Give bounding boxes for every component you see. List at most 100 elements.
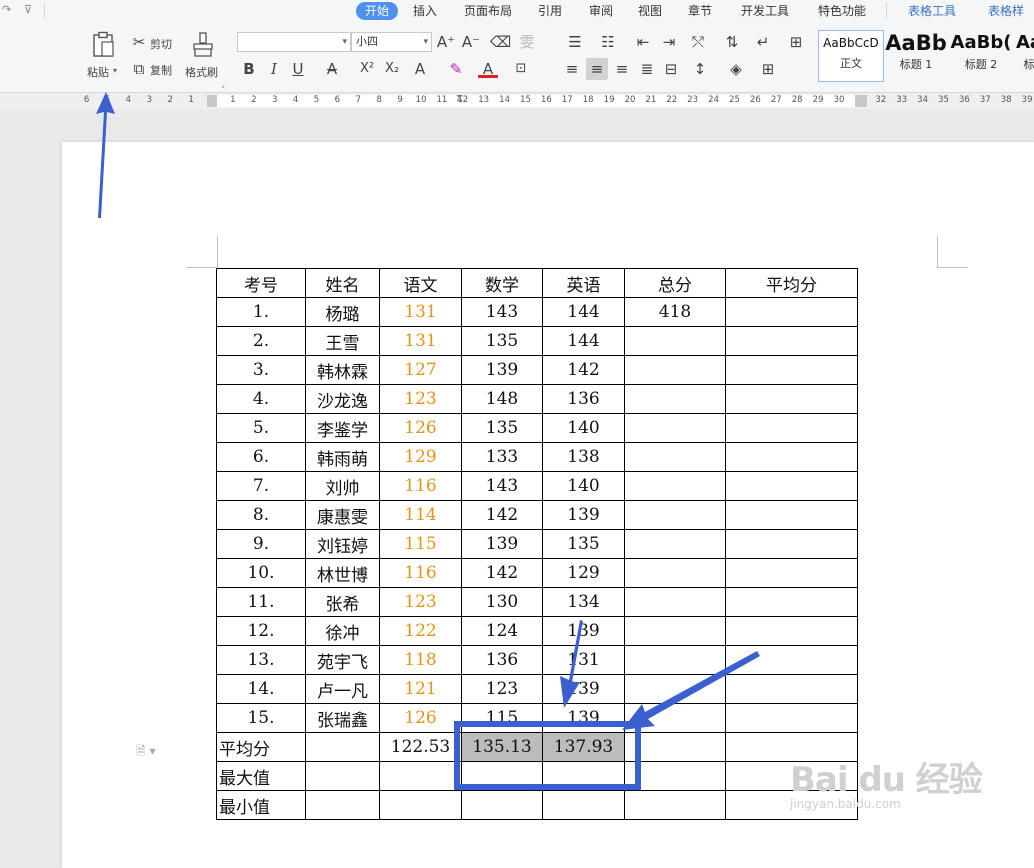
table-cell[interactable] bbox=[725, 587, 858, 617]
table-cell[interactable]: 144 bbox=[542, 297, 625, 327]
tab-review[interactable]: 审阅 bbox=[589, 2, 613, 20]
table-cell[interactable]: 129 bbox=[379, 442, 462, 472]
table-cell[interactable] bbox=[725, 558, 858, 588]
table-cell[interactable] bbox=[725, 674, 858, 704]
table-cell[interactable]: 13. bbox=[216, 645, 306, 675]
summary-label[interactable]: 最小值 bbox=[216, 790, 306, 820]
header-cell[interactable]: 数学 bbox=[461, 268, 543, 298]
table-cell[interactable]: 133 bbox=[461, 442, 543, 472]
header-cell[interactable]: 总分 bbox=[624, 268, 726, 298]
table-cell[interactable]: 134 bbox=[542, 587, 625, 617]
table-cell[interactable]: 116 bbox=[379, 471, 462, 501]
table-cell[interactable]: 139 bbox=[461, 529, 543, 559]
table-cell[interactable]: 139 bbox=[542, 616, 625, 646]
clipboard-group-expand-icon[interactable]: ⌟ bbox=[221, 80, 225, 89]
table-cell[interactable]: 139 bbox=[542, 500, 625, 530]
style-heading-2[interactable]: AaBb( 标题 2 bbox=[950, 30, 1012, 80]
align-right-icon[interactable]: ≡ bbox=[613, 60, 631, 78]
table-cell[interactable]: 张希 bbox=[305, 587, 380, 617]
quick-access-dropdown-icon[interactable]: ⊽ bbox=[24, 3, 32, 16]
table-cell[interactable]: 143 bbox=[461, 297, 543, 327]
font-name-combo[interactable]: ▾ bbox=[237, 32, 351, 52]
table-cell[interactable]: 14. bbox=[216, 674, 306, 704]
table-cell[interactable] bbox=[624, 413, 726, 443]
distributed-align-icon[interactable]: ⊟ bbox=[662, 60, 680, 78]
table-cell[interactable]: 10. bbox=[216, 558, 306, 588]
table-cell[interactable] bbox=[725, 326, 858, 356]
table-cell[interactable]: 140 bbox=[542, 471, 625, 501]
text-effect-icon[interactable]: A bbox=[410, 60, 430, 78]
horizontal-ruler[interactable]: 6 5 4 3 2 1 1 2 3 4 5 6 7 8 9 10 11 12 13 14 15 16 17 18 19 20 21 2… bbox=[0, 93, 1034, 109]
grades-table[interactable]: 考号 姓名 语文 数学 英语 总分 平均分 1. 杨璐 131 143 144 418 2. 王雪 131 13… bbox=[216, 268, 858, 820]
tab-table-style[interactable]: 表格样式 bbox=[988, 2, 1034, 36]
table-cell[interactable] bbox=[725, 529, 858, 559]
table-cell[interactable]: 124 bbox=[461, 616, 543, 646]
table-cell[interactable]: 123 bbox=[461, 674, 543, 704]
summary-cell[interactable] bbox=[542, 761, 625, 791]
character-border-icon[interactable]: ⊡ bbox=[511, 60, 531, 78]
phonetic-guide-icon[interactable]: 雯 bbox=[517, 33, 537, 51]
table-cell[interactable] bbox=[624, 500, 726, 530]
table-cell[interactable]: 139 bbox=[542, 674, 625, 704]
paste-dropdown-icon[interactable]: ▾ bbox=[113, 66, 117, 75]
header-cell[interactable]: 考号 bbox=[216, 268, 306, 298]
table-cell[interactable]: 3. bbox=[216, 355, 306, 385]
table-cell[interactable]: 15. bbox=[216, 703, 306, 733]
table-cell[interactable]: 114 bbox=[379, 500, 462, 530]
table-cell[interactable]: 韩林霖 bbox=[305, 355, 380, 385]
table-cell[interactable]: 康惠雯 bbox=[305, 500, 380, 530]
table-cell[interactable] bbox=[725, 297, 858, 327]
table-cell[interactable]: 148 bbox=[461, 384, 543, 414]
line-spacing-icon[interactable]: ↕ bbox=[690, 60, 710, 78]
table-cell[interactable] bbox=[624, 558, 726, 588]
table-cell[interactable] bbox=[725, 384, 858, 414]
paste-button[interactable]: 粘贴 ▾ bbox=[84, 28, 124, 84]
indent-marker-icon[interactable]: ⧖ bbox=[456, 93, 463, 104]
table-cell[interactable]: 142 bbox=[461, 558, 543, 588]
table-cell[interactable]: 刘钰婷 bbox=[305, 529, 380, 559]
table-cell[interactable] bbox=[725, 500, 858, 530]
table-cell[interactable]: 121 bbox=[379, 674, 462, 704]
align-left-icon[interactable]: ≡ bbox=[563, 60, 581, 78]
font-size-combo[interactable]: 小四 ▾ bbox=[351, 32, 432, 52]
table-cell[interactable]: 1. bbox=[216, 297, 306, 327]
table-cell[interactable]: 李鉴学 bbox=[305, 413, 380, 443]
table-cell[interactable] bbox=[624, 616, 726, 646]
table-cell[interactable]: 徐冲 bbox=[305, 616, 380, 646]
header-cell[interactable]: 英语 bbox=[542, 268, 625, 298]
increase-indent-icon[interactable]: ⇥ bbox=[659, 33, 679, 51]
table-cell[interactable] bbox=[725, 703, 858, 733]
table-cell[interactable]: 130 bbox=[461, 587, 543, 617]
show-marks-icon[interactable]: ↵ bbox=[752, 33, 774, 51]
table-cell[interactable]: 12. bbox=[216, 616, 306, 646]
table-cell[interactable]: 2. bbox=[216, 326, 306, 356]
table-cell[interactable]: 8. bbox=[216, 500, 306, 530]
table-cell[interactable] bbox=[624, 384, 726, 414]
summary-label[interactable]: 平均分 bbox=[216, 732, 306, 762]
summary-cell[interactable] bbox=[624, 761, 726, 791]
table-cell[interactable]: 9. bbox=[216, 529, 306, 559]
table-cell[interactable]: 张瑞鑫 bbox=[305, 703, 380, 733]
table-cell[interactable]: 116 bbox=[379, 558, 462, 588]
table-cell[interactable]: 杨璐 bbox=[305, 297, 380, 327]
table-cell[interactable]: 418 bbox=[624, 297, 726, 327]
table-cell[interactable]: 135 bbox=[542, 529, 625, 559]
tab-page-layout[interactable]: 页面布局 bbox=[464, 2, 512, 20]
summary-cell[interactable] bbox=[624, 790, 726, 820]
summary-cell[interactable] bbox=[379, 761, 462, 791]
table-cell[interactable]: 142 bbox=[542, 355, 625, 385]
tab-home[interactable]: 开始 bbox=[356, 2, 399, 20]
table-cell[interactable] bbox=[624, 355, 726, 385]
summary-cell[interactable]: 122.53 bbox=[379, 732, 462, 762]
table-cell[interactable]: 苑宇飞 bbox=[305, 645, 380, 675]
table-cell[interactable]: 林世博 bbox=[305, 558, 380, 588]
subscript-icon[interactable]: X₂ bbox=[382, 60, 402, 78]
summary-cell[interactable] bbox=[461, 761, 543, 791]
summary-cell[interactable] bbox=[305, 790, 380, 820]
summary-cell[interactable] bbox=[461, 790, 543, 820]
superscript-icon[interactable]: X² bbox=[357, 60, 377, 78]
table-cell[interactable]: 131 bbox=[379, 297, 462, 327]
table-cell[interactable]: 5. bbox=[216, 413, 306, 443]
table-cell[interactable]: 135 bbox=[461, 326, 543, 356]
table-cell[interactable] bbox=[624, 326, 726, 356]
